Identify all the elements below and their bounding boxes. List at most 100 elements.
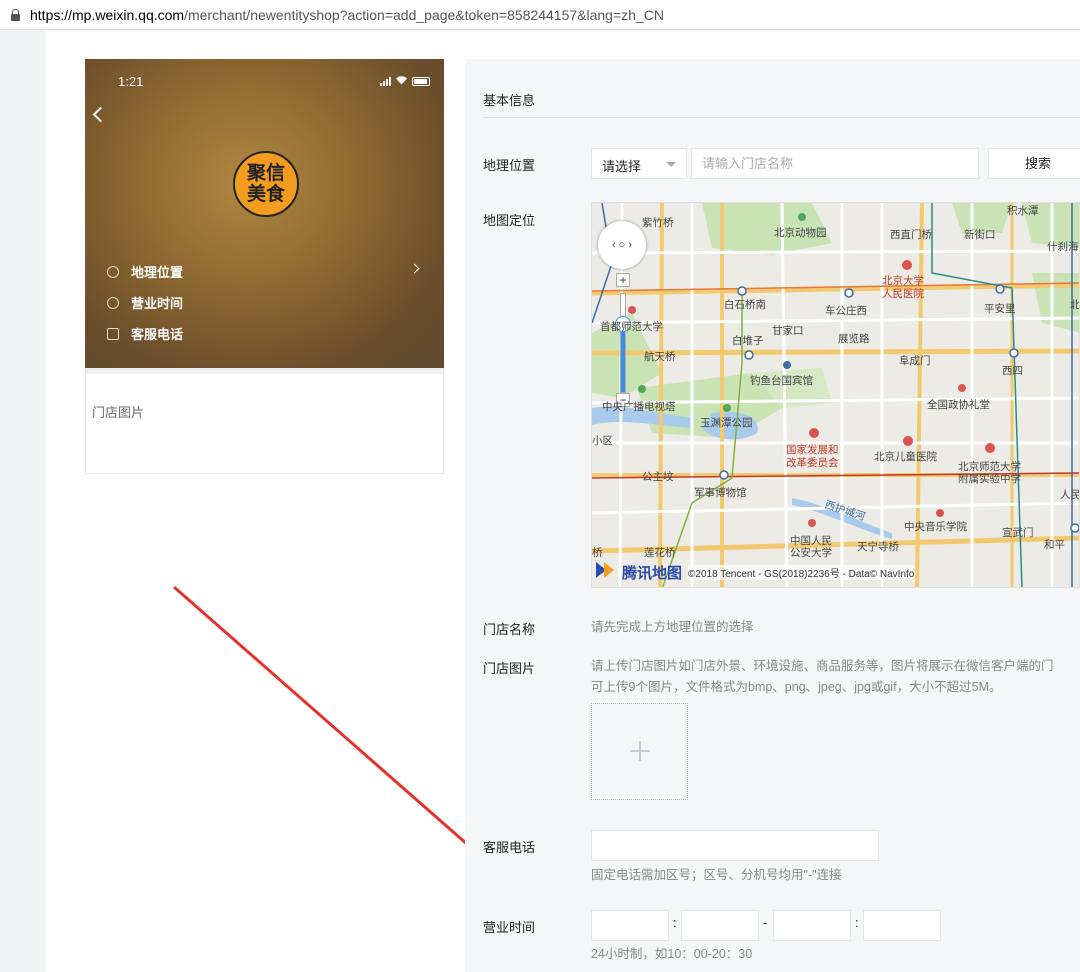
map-place-label: 人民	[1060, 489, 1080, 501]
map-place-label: 附属实验中学	[958, 473, 1021, 485]
map-place-label: 中央广播电视塔	[602, 401, 676, 413]
status-time: 1:21	[118, 74, 144, 89]
map-place-label: 改革委员会	[786, 457, 839, 469]
map-place-label: 公主坟	[642, 471, 674, 483]
map-place-label: 平安里	[984, 303, 1016, 315]
chevron-down-icon	[666, 162, 676, 167]
hours-colon: :	[673, 915, 677, 930]
phone-input[interactable]	[591, 830, 879, 861]
map-place-label: 钓鱼台国宾馆	[750, 375, 813, 387]
back-chevron-icon[interactable]	[92, 106, 109, 123]
map-place-label: 白石桥南	[724, 299, 766, 311]
map-brand: 腾讯地图	[622, 565, 683, 582]
map-place-label: 航天桥	[644, 351, 676, 363]
store-name-hint: 请先完成上方地理位置的选择	[591, 620, 754, 634]
map-place-label: 和平	[1044, 539, 1065, 551]
open-minute-input[interactable]	[681, 910, 759, 941]
clock-icon	[107, 296, 119, 309]
phone-icon	[107, 327, 119, 340]
map-place-label: 公安大学	[790, 547, 832, 559]
preview-photo-card: 门店图片	[85, 368, 444, 474]
map-place-label: 什刹海	[1047, 241, 1079, 253]
signal-icon	[380, 77, 391, 86]
search-button[interactable]: 搜索	[988, 148, 1080, 179]
map-place-label: 军事博物馆	[694, 487, 747, 499]
map-place-label: 北京儿童医院	[874, 451, 937, 463]
pan-arrows-icon: ‹ ○ ›	[611, 239, 633, 251]
map-place-label: 桥	[592, 547, 603, 559]
store-photo-limits: 可上传9个图片，文件格式为bmp、png、jpeg、jpg或gif，大小不超过5…	[591, 680, 1002, 694]
store-name-search-input[interactable]	[691, 148, 979, 179]
store-logo: 聚信 美食	[233, 151, 299, 217]
location-label: 地理位置	[483, 158, 536, 173]
map-place-label: 车公庄西	[825, 305, 867, 317]
map-credit: 腾讯地图 ©2018 Tencent - GS(2018)2236号 - Dat…	[594, 560, 915, 585]
preview-menu-phone[interactable]: 客服电话	[107, 324, 183, 343]
status-icons	[380, 75, 430, 88]
tencent-map-logo-icon	[594, 560, 616, 585]
preview-menu-label: 地理位置	[131, 265, 184, 280]
map-place-label: 首都师范大学	[600, 321, 663, 333]
map-place-label: 北	[1070, 299, 1080, 311]
map-place-label: 紫竹桥	[642, 217, 674, 229]
logo-line1: 聚信	[246, 162, 285, 184]
zoom-slider[interactable]	[620, 293, 626, 393]
close-minute-input[interactable]	[863, 910, 941, 941]
map-place-label: 全国政协礼堂	[927, 399, 990, 411]
open-hour-input[interactable]	[591, 910, 669, 941]
map-view[interactable]: ‹ ○ › + − 紫竹桥 北京动物园 西直门桥 新街口 积水潭 什刹海 北京大…	[591, 202, 1080, 588]
map-place-label: 天宁寺桥	[857, 541, 899, 553]
map-copyright: ©2018 Tencent - GS(2018)2236号 - Data© Na…	[688, 565, 915, 580]
map-place-label: 人民医院	[882, 288, 924, 300]
hours-label: 营业时间	[483, 920, 536, 935]
phone-preview: 1:21 聚信 美食 地理位置 营业时间 客服电话	[85, 59, 444, 368]
map-place-label: 新街口	[964, 229, 996, 241]
map-place-label: 北京动物园	[774, 227, 827, 239]
left-gutter	[0, 31, 46, 972]
map-place-label: 西四	[1002, 365, 1023, 377]
hours-dash: -	[763, 915, 768, 930]
map-place-label: 西直门桥	[890, 229, 932, 241]
map-place-label: 展览路	[838, 333, 870, 345]
map-place-label: 中央音乐学院	[904, 521, 967, 533]
section-title: 基本信息	[483, 93, 536, 108]
map-label: 地图定位	[483, 213, 536, 228]
location-pin-icon	[107, 265, 119, 278]
map-place-label: 莲花桥	[644, 547, 676, 559]
map-place-label: 积水潭	[1007, 205, 1039, 217]
close-hour-input[interactable]	[773, 910, 851, 941]
select-value: 请选择	[602, 159, 642, 174]
preview-menu-label: 客服电话	[131, 327, 184, 342]
map-place-label: 玉渊潭公园	[700, 417, 753, 429]
store-photo-label: 门店图片	[483, 661, 536, 676]
preview-menu-location[interactable]: 地理位置	[107, 262, 183, 281]
hours-colon: :	[855, 915, 859, 930]
logo-line2: 美食	[246, 183, 285, 205]
wifi-icon	[395, 75, 408, 88]
phone-label: 客服电话	[483, 840, 536, 855]
preview-photo-label: 门店图片	[92, 405, 145, 420]
store-name-label: 门店名称	[483, 622, 536, 637]
url-path: /merchant/newentityshop?action=add_page&…	[184, 6, 664, 23]
zoom-in-button[interactable]: +	[616, 273, 630, 287]
map-place-label: 小区	[592, 435, 613, 447]
section-divider	[483, 117, 1080, 118]
chevron-right-icon	[409, 263, 420, 274]
battery-icon	[412, 77, 430, 86]
hours-hint: 24小时制，如10：00-20：30	[591, 947, 753, 961]
store-photo-hint: 请上传门店图片如门店外景、环境设施、商品服务等，图片将展示在微信客户端的门	[591, 659, 1054, 673]
map-place-label: 阜成门	[899, 355, 931, 367]
url-host: https://mp.weixin.qq.com	[30, 6, 185, 23]
map-place-label: 宣武门	[1002, 527, 1034, 539]
plus-icon	[630, 741, 650, 761]
map-place-label: 甘家口	[772, 325, 804, 337]
preview-menu-label: 营业时间	[131, 296, 184, 311]
phone-hint: 固定电话需加区号；区号、分机号均用"-"连接	[591, 868, 842, 882]
preview-menu-hours[interactable]: 营业时间	[107, 293, 183, 312]
lock-icon	[10, 8, 20, 21]
pan-control[interactable]: ‹ ○ ›	[598, 221, 646, 269]
address-bar[interactable]: https://mp.weixin.qq.com/merchant/newent…	[0, 0, 1080, 30]
photo-upload-button[interactable]	[591, 703, 688, 800]
map-place-label: 白堆子	[732, 335, 764, 347]
region-select[interactable]: 请选择	[591, 148, 687, 179]
